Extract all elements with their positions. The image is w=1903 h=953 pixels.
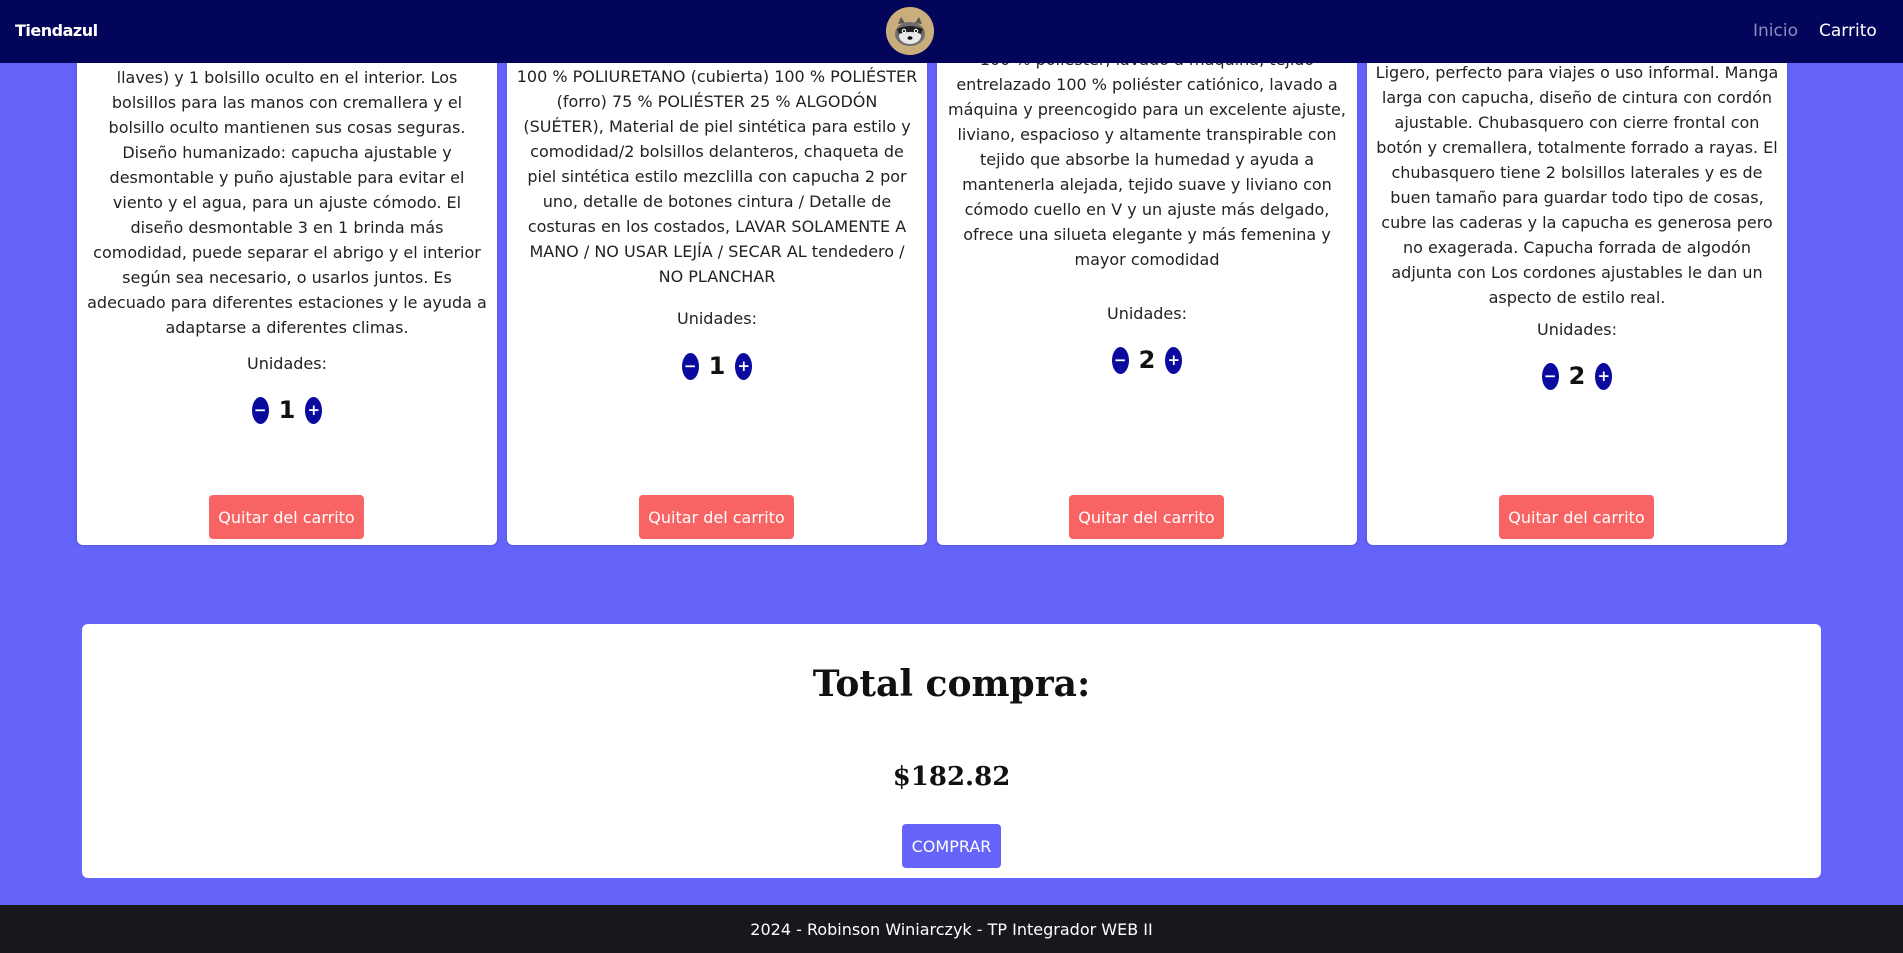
raccoon-logo-icon[interactable] bbox=[886, 7, 934, 55]
nav-link-carrito[interactable]: Carrito bbox=[1819, 21, 1877, 41]
remove-from-cart-button[interactable]: Quitar del carrito bbox=[209, 495, 364, 539]
product-card: ripple stop impermeable 2 bolsillos para… bbox=[77, 0, 497, 545]
footer: 2024 - Robinson Winiarczyk - TP Integrad… bbox=[0, 905, 1903, 953]
order-summary: Total compra: $182.82 COMPRAR bbox=[82, 624, 1821, 878]
product-card: Ligero, perfecto para viajes o uso infor… bbox=[1367, 0, 1787, 545]
quantity-value: 2 bbox=[1568, 362, 1586, 390]
decrement-button[interactable]: − bbox=[681, 352, 699, 380]
product-description: 100 % poliéster, lavado a máquina, tejid… bbox=[948, 50, 1346, 269]
remove-from-cart-button[interactable]: Quitar del carrito bbox=[1499, 495, 1654, 539]
quantity-value: 1 bbox=[278, 396, 296, 424]
product-card: 100 % poliéster, lavado a máquina, tejid… bbox=[937, 0, 1357, 545]
cart-products: ripple stop impermeable 2 bolsillos para… bbox=[0, 0, 1903, 546]
product-description: Ligero, perfecto para viajes o uso infor… bbox=[1375, 63, 1779, 307]
remove-from-cart-button[interactable]: Quitar del carrito bbox=[1069, 495, 1224, 539]
footer-text: 2024 - Robinson Winiarczyk - TP Integrad… bbox=[750, 919, 1153, 939]
decrement-button[interactable]: − bbox=[1111, 346, 1129, 374]
total-amount: $182.82 bbox=[892, 762, 1011, 792]
units-label: Unidades: bbox=[1537, 320, 1617, 339]
units-label: Unidades: bbox=[677, 309, 757, 328]
quantity-stepper: − 1 + bbox=[77, 394, 497, 426]
brand-logo-text[interactable]: Tiendazul bbox=[15, 21, 98, 40]
increment-button[interactable]: + bbox=[1595, 362, 1613, 390]
increment-button[interactable]: + bbox=[735, 352, 753, 380]
product-description: 100 % POLIURETANO (cubierta) 100 % POLIÉ… bbox=[516, 67, 918, 286]
buy-button[interactable]: COMPRAR bbox=[902, 824, 1001, 868]
quantity-stepper: − 2 + bbox=[937, 344, 1357, 376]
remove-from-cart-button[interactable]: Quitar del carrito bbox=[639, 495, 794, 539]
quantity-value: 2 bbox=[1138, 346, 1156, 374]
product-card: 100 % POLIURETANO (cubierta) 100 % POLIÉ… bbox=[507, 0, 927, 545]
decrement-button[interactable]: − bbox=[251, 396, 269, 424]
units-label: Unidades: bbox=[247, 354, 327, 373]
quantity-stepper: − 1 + bbox=[507, 350, 927, 382]
total-title: Total compra: bbox=[812, 663, 1091, 705]
increment-button[interactable]: + bbox=[1165, 346, 1183, 374]
quantity-stepper: − 2 + bbox=[1367, 360, 1787, 392]
increment-button[interactable]: + bbox=[305, 396, 323, 424]
units-label: Unidades: bbox=[1107, 304, 1187, 323]
navbar: Tiendazul Inicio Carrito bbox=[0, 0, 1903, 63]
decrement-button[interactable]: − bbox=[1541, 362, 1559, 390]
quantity-value: 1 bbox=[708, 352, 726, 380]
nav-link-inicio[interactable]: Inicio bbox=[1753, 21, 1798, 41]
